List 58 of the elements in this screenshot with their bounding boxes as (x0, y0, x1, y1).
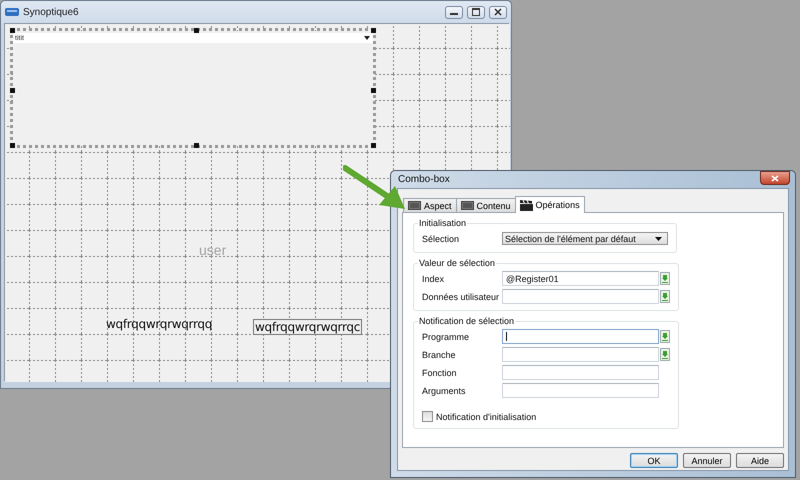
app-icon (5, 8, 19, 16)
dialog-title: Combo-box (398, 174, 450, 185)
group-title: Initialisation (418, 218, 468, 228)
minimize-button[interactable] (445, 6, 463, 18)
checkbox-label: Notification d'initialisation (436, 412, 536, 422)
resize-handle[interactable] (10, 143, 15, 148)
download-icon (662, 350, 668, 358)
input-field[interactable] (502, 329, 659, 344)
resize-handle[interactable] (371, 88, 376, 93)
close-button[interactable] (760, 171, 790, 185)
download-icon (662, 332, 668, 340)
resize-handle[interactable] (194, 28, 199, 33)
window-title: Synoptique6 (23, 6, 79, 18)
close-icon (771, 174, 779, 182)
checkbox[interactable] (422, 411, 433, 422)
tab[interactable]: Opérations (514, 196, 585, 213)
selection-dropdown[interactable]: Sélection de l'élément par défaut (502, 232, 668, 245)
download-icon (662, 274, 668, 282)
field-label: Sélection (422, 234, 460, 244)
download-icon (662, 292, 668, 300)
dropdown-icon (364, 36, 370, 40)
dialog-button[interactable]: OK (630, 453, 678, 468)
dropdown-icon (655, 236, 662, 240)
resize-handle[interactable] (194, 143, 199, 148)
group-title: Valeur de sélection (418, 258, 496, 268)
field-label: Branche (422, 350, 457, 360)
field-label: Programme (422, 332, 470, 342)
field-label: Index (422, 274, 446, 284)
resize-handle[interactable] (371, 28, 376, 33)
input-field[interactable] (502, 365, 659, 380)
group-title: Notification de sélection (418, 316, 516, 326)
tab[interactable]: Contenu (456, 198, 516, 212)
close-button[interactable] (489, 6, 507, 18)
field-label: Arguments (422, 386, 467, 396)
tab[interactable]: Aspect (403, 198, 457, 212)
field-label: Données utilisateur (422, 292, 500, 302)
maximize-icon (472, 8, 480, 16)
canvas-label: user (199, 242, 226, 258)
clapperboard-icon (520, 200, 533, 210)
input-field[interactable] (502, 383, 659, 398)
maximize-button[interactable] (467, 6, 485, 18)
panel-icon (408, 201, 421, 210)
dialog-button[interactable]: Aide (736, 453, 784, 468)
resize-handle[interactable] (371, 143, 376, 148)
variable-picker-button[interactable] (660, 290, 670, 303)
variable-picker-button[interactable] (660, 348, 670, 361)
input-field[interactable]: @Register01 (502, 271, 659, 286)
close-icon (494, 8, 502, 16)
field-label: Fonction (422, 368, 458, 378)
resize-handle[interactable] (10, 28, 15, 33)
variable-picker-button[interactable] (660, 330, 670, 343)
dialog-button[interactable]: Annuler (683, 453, 731, 468)
variable-picker-button[interactable] (660, 272, 670, 285)
resize-handle[interactable] (10, 88, 15, 93)
panel-icon (460, 201, 474, 210)
input-field[interactable] (502, 289, 659, 304)
input-field[interactable] (502, 347, 659, 362)
canvas-text: wqfrqqwrqrwqrrqq (106, 317, 212, 331)
